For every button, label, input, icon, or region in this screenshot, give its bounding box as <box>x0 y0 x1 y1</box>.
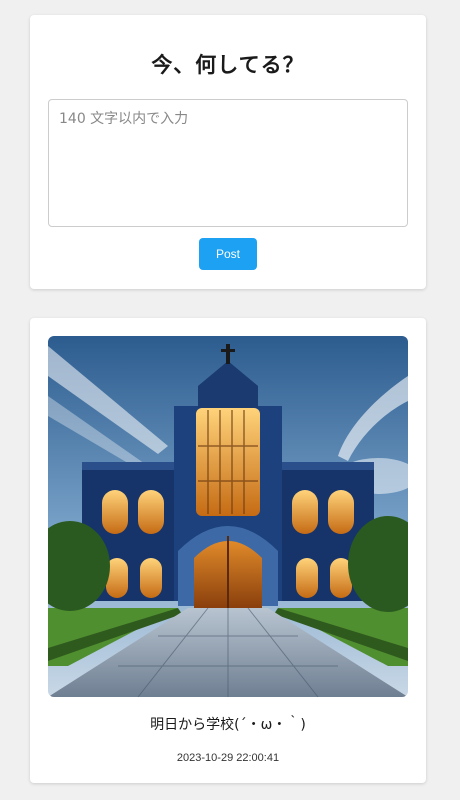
post-button[interactable]: Post <box>199 238 257 270</box>
school-building-illustration <box>48 336 408 697</box>
post-timestamp: 2023-10-29 22:00:41 <box>176 752 280 764</box>
post-input[interactable] <box>48 99 408 227</box>
post-text: 明日から学校(´・ω・｀) <box>150 717 306 733</box>
post-image <box>48 336 408 697</box>
post-card: 明日から学校(´・ω・｀) 2023-10-29 22:00:41 <box>30 318 426 783</box>
compose-title: 今、何してる？ <box>151 53 305 77</box>
compose-card: 今、何してる？ Post <box>30 15 426 289</box>
